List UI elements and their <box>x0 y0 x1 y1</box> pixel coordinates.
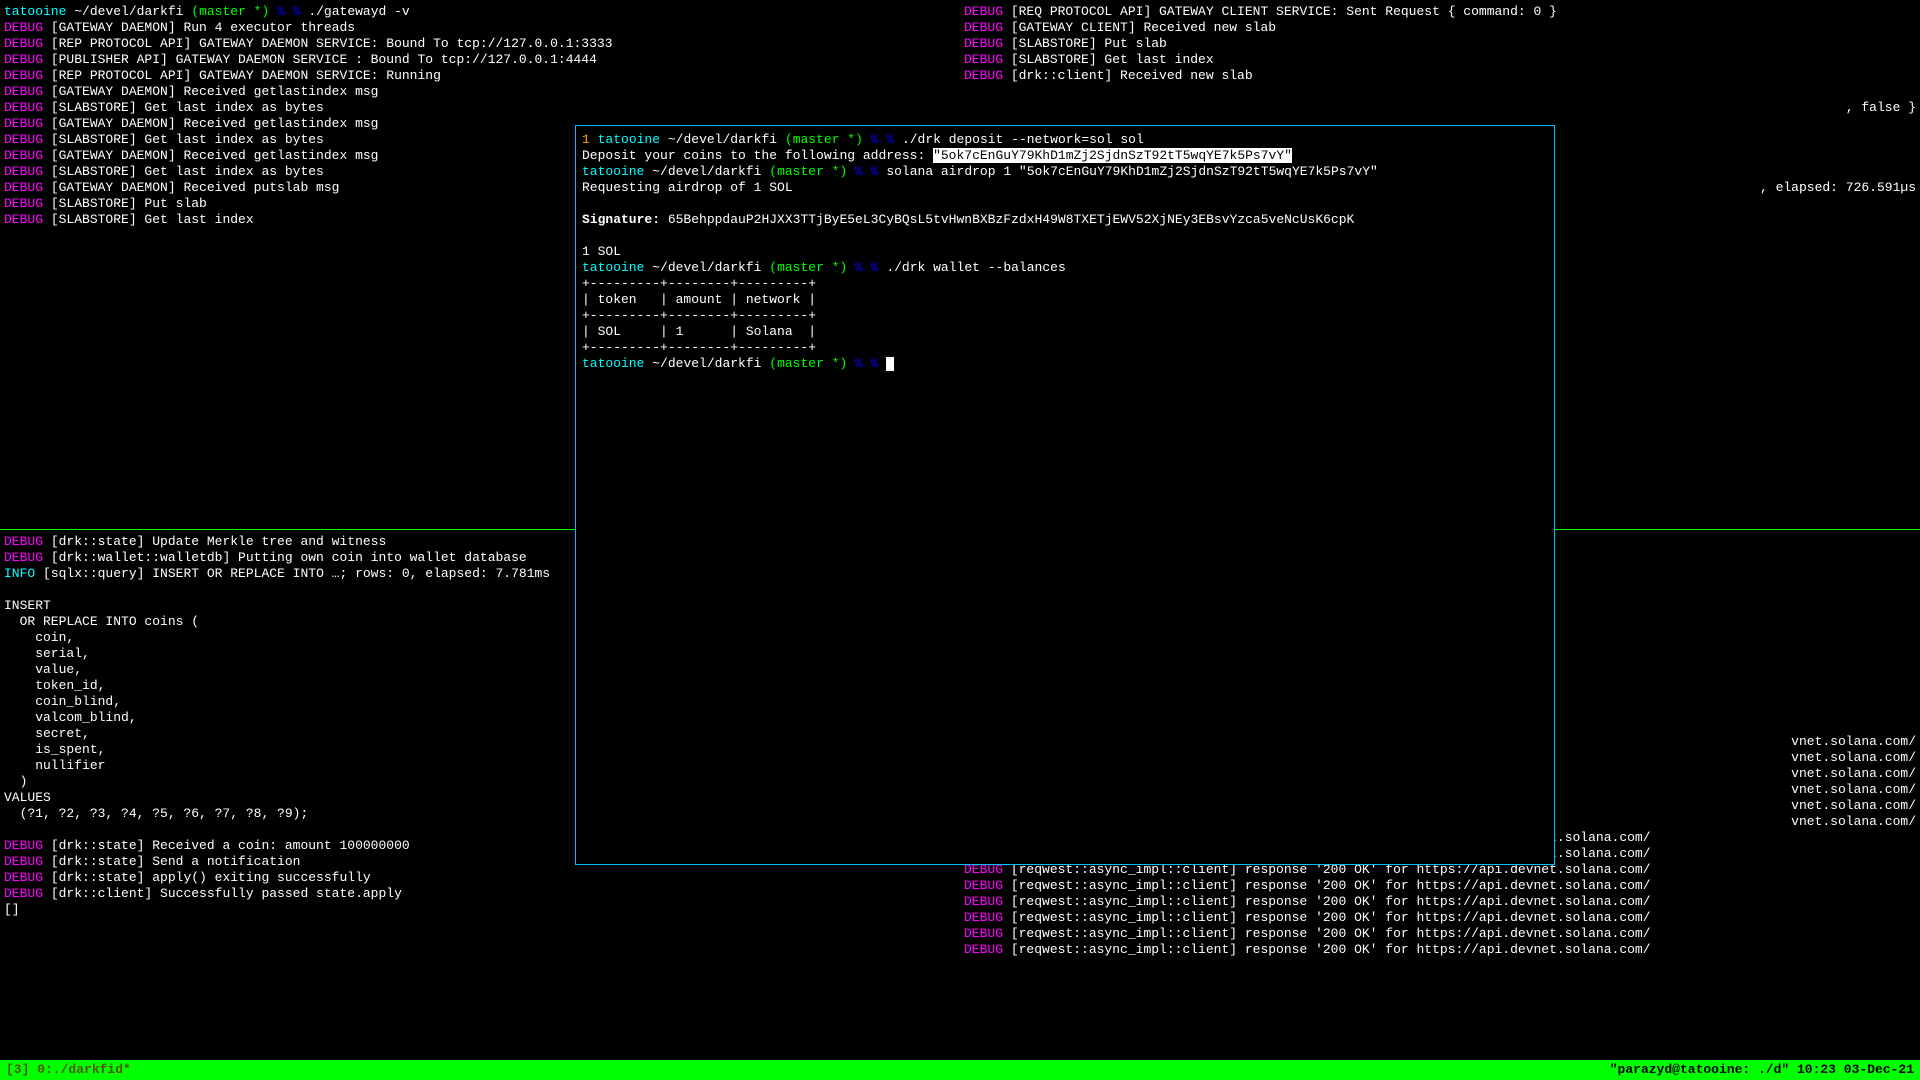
log-line: DEBUG [REQ PROTOCOL API] GATEWAY CLIENT … <box>964 4 1916 20</box>
log-line: DEBUG [reqwest::async_impl::client] resp… <box>964 942 1916 958</box>
log-line: DEBUG [drk::client] Successfully passed … <box>4 886 956 902</box>
status-right: "parazyd@tatooine: ./d" 10:23 03-Dec-21 <box>1610 1062 1914 1078</box>
table-border: +---------+--------+---------+ <box>582 308 1548 324</box>
airdrop-req: Requesting airdrop of 1 SOL <box>582 180 1548 196</box>
log-line: DEBUG [drk::client] Received new slab <box>964 68 1916 84</box>
log-line: DEBUG [GATEWAY DAEMON] Received getlasti… <box>4 84 956 100</box>
table-row: | SOL | 1 | Solana | <box>582 324 1548 340</box>
last-line: [] <box>4 902 956 918</box>
sym: % % <box>277 4 300 19</box>
signature-line: Signature: 65BehppdauP2HJXX3TTjByE5eL3Cy… <box>582 212 1548 228</box>
log-line: DEBUG [SLABSTORE] Put slab <box>964 36 1916 52</box>
log-line: DEBUG [GATEWAY DAEMON] Run 4 executor th… <box>4 20 956 36</box>
cmd: ./gatewayd -v <box>308 4 409 19</box>
onesol: 1 SOL <box>582 244 1548 260</box>
table-header: | token | amount | network | <box>582 292 1548 308</box>
prompt-line-3: tatooine ~/devel/darkfi (master *) % % .… <box>582 260 1548 276</box>
log-line: DEBUG [REP PROTOCOL API] GATEWAY DAEMON … <box>4 36 956 52</box>
cursor-icon <box>886 357 894 371</box>
prompt-line-1: 1 tatooine ~/devel/darkfi (master *) % %… <box>582 132 1548 148</box>
path: ~/devel/darkfi <box>74 4 183 19</box>
log-line: DEBUG [PUBLISHER API] GATEWAY DAEMON SER… <box>4 52 956 68</box>
host: tatooine <box>4 4 66 19</box>
log-line: DEBUG [drk::state] apply() exiting succe… <box>4 870 956 886</box>
prompt-line-4: tatooine ~/devel/darkfi (master *) % % <box>582 356 1548 372</box>
log-line: DEBUG [GATEWAY CLIENT] Received new slab <box>964 20 1916 36</box>
status-left: [3] 0:./darkfid* <box>6 1062 131 1078</box>
deposit-address: "5ok7cEnGuY79KhD1mZj2SjdnSzT92tT5wqYE7k5… <box>933 148 1292 163</box>
log-line: DEBUG [reqwest::async_impl::client] resp… <box>964 894 1916 910</box>
log-line: DEBUG [SLABSTORE] Get last index <box>964 52 1916 68</box>
prompt-line-2: tatooine ~/devel/darkfi (master *) % % s… <box>582 164 1548 180</box>
deposit-line: Deposit your coins to the following addr… <box>582 148 1548 164</box>
prompt-line: tatooine ~/devel/darkfi (master *) % % .… <box>4 4 956 20</box>
branch: (master *) <box>191 4 269 19</box>
table-border: +---------+--------+---------+ <box>582 276 1548 292</box>
log-line: DEBUG [REP PROTOCOL API] GATEWAY DAEMON … <box>4 68 956 84</box>
floating-terminal[interactable]: 1 tatooine ~/devel/darkfi (master *) % %… <box>575 125 1555 865</box>
log-line: DEBUG [reqwest::async_impl::client] resp… <box>964 878 1916 894</box>
tmux-statusbar: [3] 0:./darkfid* "parazyd@tatooine: ./d"… <box>0 1060 1920 1080</box>
log-line: DEBUG [reqwest::async_impl::client] resp… <box>964 926 1916 942</box>
log-line: DEBUG [reqwest::async_impl::client] resp… <box>964 910 1916 926</box>
log-line: DEBUG [SLABSTORE] Get last index as byte… <box>4 100 956 116</box>
table-border: +---------+--------+---------+ <box>582 340 1548 356</box>
peek-false: , false } <box>964 100 1916 116</box>
